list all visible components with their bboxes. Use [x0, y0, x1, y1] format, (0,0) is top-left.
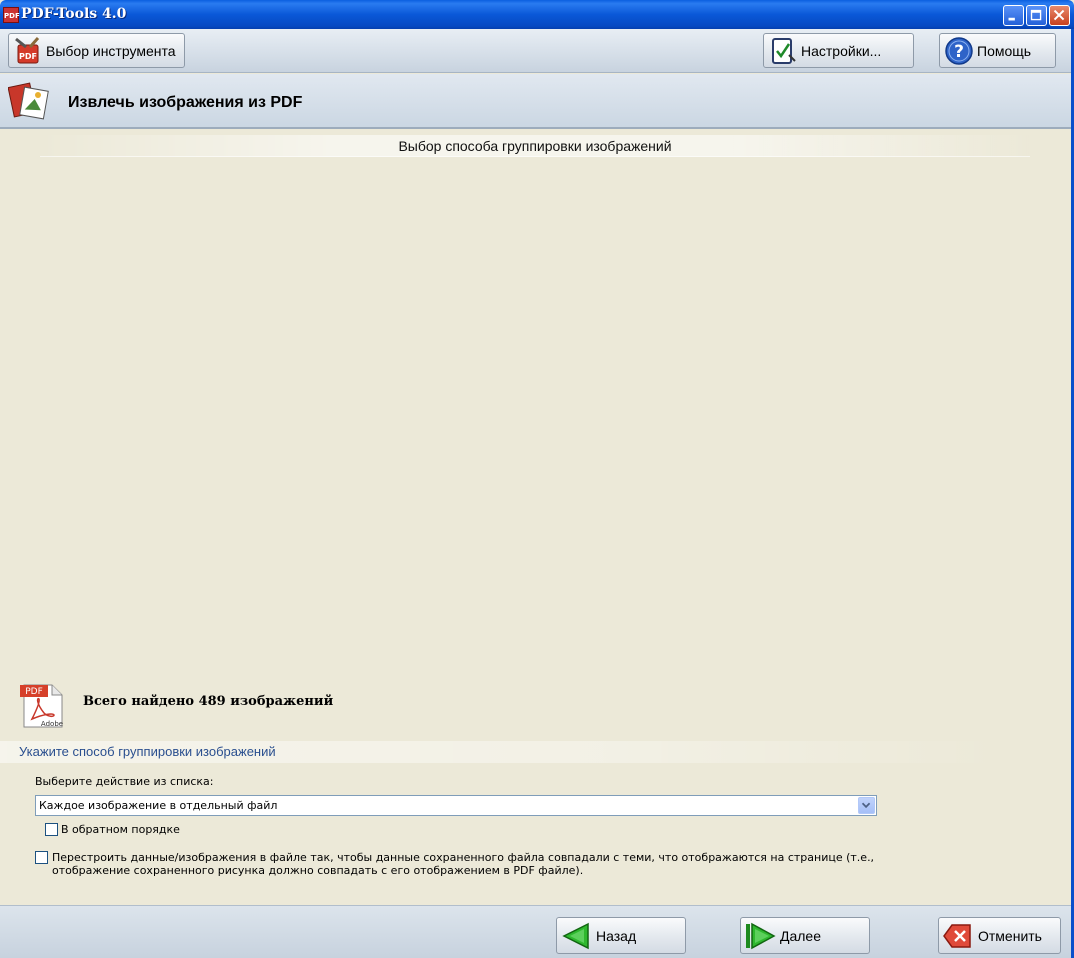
arrow-left-icon	[562, 922, 589, 949]
bottom-nav-bar: Назад Далее Отменить	[0, 905, 1074, 958]
settings-button[interactable]: Настройки...	[763, 33, 914, 68]
tool-select-button[interactable]: PDF Выбор инструмента	[8, 33, 185, 68]
toolbar: PDF Выбор инструмента Настройки... ? Пом…	[0, 29, 1074, 73]
tool-select-label: Выбор инструмента	[46, 42, 176, 59]
svg-text:?: ?	[954, 42, 964, 62]
page-header: Извлечь изображения из PDF	[0, 74, 1074, 129]
back-button[interactable]: Назад	[556, 917, 686, 954]
settings-icon	[772, 37, 796, 64]
pdf-file-icon: PDF Adobe	[20, 684, 63, 728]
close-button[interactable]	[1049, 5, 1070, 26]
help-icon: ?	[945, 36, 973, 65]
reverse-order-checkbox[interactable]	[45, 823, 58, 836]
maximize-icon	[1030, 9, 1042, 21]
minimize-icon	[1008, 17, 1015, 21]
action-select-value: Каждое изображение в отдельный файл	[39, 799, 278, 812]
maximize-button[interactable]	[1026, 5, 1047, 26]
close-icon	[1053, 9, 1065, 21]
settings-label: Настройки...	[801, 42, 882, 59]
window-title: PDF-Tools 4.0	[21, 6, 127, 22]
tools-icon-text: PDF	[19, 52, 37, 61]
extract-images-icon	[8, 82, 49, 120]
action-select-label: Выберите действие из списка:	[35, 775, 214, 788]
next-button[interactable]: Далее	[740, 917, 870, 954]
cancel-label: Отменить	[978, 927, 1042, 944]
minimize-button[interactable]	[1003, 5, 1024, 26]
chevron-down-icon	[861, 802, 871, 809]
step-title: Выбор способа группировки изображений	[40, 135, 1030, 157]
help-button[interactable]: ? Помощь	[939, 33, 1056, 68]
app-icon[interactable]: PDF	[3, 7, 20, 23]
title-bar: PDF PDF-Tools 4.0	[0, 0, 1074, 29]
cancel-button[interactable]: Отменить	[938, 917, 1061, 954]
pdf-icon-text: PDF	[25, 687, 43, 697]
reverse-order-label[interactable]: В обратном порядке	[61, 823, 180, 836]
next-label: Далее	[780, 927, 822, 944]
tools-icon: PDF	[15, 36, 40, 63]
rebuild-data-checkbox[interactable]	[35, 851, 48, 864]
found-images-count: Всего найдено 489 изображений	[83, 694, 334, 709]
dropdown-arrow-button[interactable]	[858, 797, 875, 814]
arrow-right-icon	[746, 922, 776, 949]
cancel-icon	[943, 923, 971, 948]
action-select[interactable]: Каждое изображение в отдельный файл	[35, 795, 877, 816]
adobe-text: Adobe	[41, 720, 63, 728]
rebuild-data-label[interactable]: Перестроить данные/изображения в файле т…	[52, 851, 942, 877]
back-label: Назад	[596, 927, 637, 944]
page-title: Извлечь изображения из PDF	[68, 94, 303, 111]
help-label: Помощь	[977, 42, 1032, 59]
grouping-section-title: Укажите способ группировки изображений	[0, 741, 1000, 763]
